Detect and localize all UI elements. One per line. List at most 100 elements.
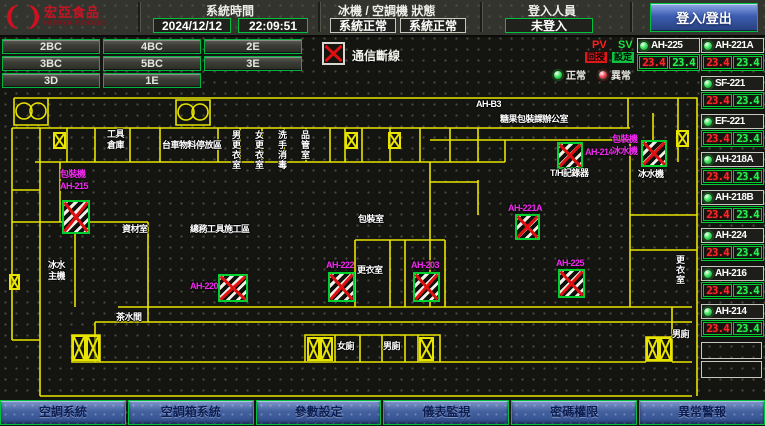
- nav-button[interactable]: 空調箱系統: [128, 400, 254, 425]
- unit-block: AH-224 23.4 23.4: [701, 228, 764, 261]
- plan-room-label: 資材室: [122, 224, 148, 234]
- nav-button[interactable]: 空調系統: [0, 400, 126, 425]
- unit-sv-value: 23.4: [733, 94, 762, 107]
- unit-name-box[interactable]: AH-224: [701, 228, 764, 243]
- ahu-comm-loss-box[interactable]: [557, 142, 583, 169]
- plan-unit-label: AH-222: [326, 260, 354, 270]
- plan-room-label: 男廁: [672, 329, 689, 339]
- plan-unit-label: AH-203: [411, 260, 439, 270]
- unit-status-led-icon: [703, 155, 713, 165]
- unit-sv-value: 23.4: [733, 246, 762, 259]
- stair-x-icon: [646, 337, 659, 361]
- stair-x-icon: [676, 130, 689, 147]
- unit-sv-value: 23.4: [733, 284, 762, 297]
- unit-pv-value: 23.4: [703, 284, 732, 297]
- red-x-icon: [415, 274, 438, 300]
- unit-name-box[interactable]: AH-218A: [701, 152, 764, 167]
- unit-sv-value: 23.4: [733, 132, 762, 145]
- unit-pv-value: 23.4: [703, 208, 732, 221]
- unit-sv-value: 23.4: [733, 322, 762, 335]
- unit-values: 23.4 23.4: [701, 54, 764, 71]
- bottom-nav: 空調系統 空調箱系統 參數設定 儀表監視 密碼權限 異常警報: [0, 400, 765, 425]
- nav-button[interactable]: 儀表監視: [383, 400, 509, 425]
- unit-values: 23.4 23.4: [701, 168, 764, 185]
- plan-unit-label: AH-220: [190, 281, 218, 291]
- unit-pv-value: 23.4: [703, 132, 732, 145]
- plan-room-label: 品管室: [300, 130, 310, 160]
- unit-name-label: AH-221A: [715, 40, 753, 51]
- nav-button[interactable]: 密碼權限: [511, 400, 637, 425]
- unit-name-label: SF-221: [715, 78, 745, 89]
- unit-status-led-icon: [639, 41, 649, 51]
- plan-room-label: 總務工具施工區: [190, 224, 250, 234]
- plan-room-label: 冰水: [48, 260, 65, 270]
- unit-name-label: AH-218A: [715, 154, 753, 165]
- plan-unit-label: AH-214: [585, 147, 613, 157]
- red-x-icon: [330, 274, 353, 300]
- empty-slot: [701, 361, 762, 378]
- unit-block: SF-221 23.4 23.4: [701, 76, 764, 109]
- ahu-comm-loss-box[interactable]: [413, 272, 440, 302]
- unit-block: AH-218A 23.4 23.4: [701, 152, 764, 185]
- unit-name-box[interactable]: AH-218B: [701, 190, 764, 205]
- plan-room-label: 糖果包裝課辦公室: [500, 114, 568, 124]
- unit-values: 23.4 23.4: [701, 206, 764, 223]
- red-x-icon: [517, 216, 538, 238]
- ahu-comm-loss-box[interactable]: [328, 272, 355, 302]
- plan-unit-label: 冰水機: [612, 146, 638, 156]
- hmi-screen: { "header": { "logo": { "title": "宏亞食品",…: [0, 0, 765, 426]
- unit-status-led-icon: [703, 269, 713, 279]
- plan-room-label: 倉庫: [107, 140, 124, 150]
- stair-x-icon: [659, 337, 672, 361]
- plan-room-label: 男廁: [383, 341, 400, 351]
- unit-name-box[interactable]: AH-214: [701, 304, 764, 319]
- plan-room-label: 冰水機: [638, 169, 664, 179]
- stair-x-icon: [320, 337, 333, 361]
- plan-room-label: 茶水間: [116, 312, 142, 322]
- ahu-comm-loss-box[interactable]: [218, 274, 248, 302]
- nav-button[interactable]: 參數設定: [256, 400, 382, 425]
- unit-pv-value: 23.4: [703, 246, 732, 259]
- ahu-comm-loss-box[interactable]: [62, 200, 90, 234]
- unit-name-box[interactable]: EF-221: [701, 114, 764, 129]
- unit-pv-value: 23.4: [639, 56, 668, 69]
- plan-unit-label: AH-215: [60, 181, 88, 191]
- unit-sv-value: 23.4: [669, 56, 698, 69]
- plan-unit-label: AH-225: [556, 258, 584, 268]
- plan-room-label: 女廁: [337, 341, 354, 351]
- plan-room-label: 洗手消毒: [277, 130, 287, 170]
- unit-pv-value: 23.4: [703, 56, 732, 69]
- plan-room-label: 主機: [48, 271, 65, 281]
- unit-name-label: AH-224: [715, 230, 746, 241]
- unit-block: AH-221A 23.4 23.4: [701, 38, 764, 71]
- unit-name-label: AH-218B: [715, 192, 753, 203]
- plan-room-label: 女更衣室: [254, 130, 264, 170]
- unit-values: 23.4 23.4: [701, 130, 764, 147]
- unit-sv-value: 23.4: [733, 56, 762, 69]
- nav-button[interactable]: 異常警報: [639, 400, 765, 425]
- plan-room-label: T/H記錄器: [550, 168, 589, 178]
- ahu-comm-loss-box[interactable]: [515, 214, 540, 240]
- unit-name-box[interactable]: AH-225: [637, 38, 700, 53]
- unit-name-box[interactable]: AH-221A: [701, 38, 764, 53]
- red-x-icon: [220, 276, 246, 300]
- unit-values: 23.4 23.4: [701, 244, 764, 261]
- unit-status-led-icon: [703, 117, 713, 127]
- unit-block: AH-216 23.4 23.4: [701, 266, 764, 299]
- plan-room-dividers: [67, 128, 478, 162]
- empty-slot: [701, 342, 762, 359]
- plan-unit-label: 包裝機: [60, 169, 86, 179]
- ahu-comm-loss-box[interactable]: [558, 269, 585, 298]
- unit-values: 23.4 23.4: [701, 282, 764, 299]
- ahu-comm-loss-box[interactable]: [641, 140, 667, 167]
- stair-x-icon: [307, 337, 320, 361]
- red-x-icon: [560, 271, 583, 296]
- plan-room-label: 更衣室: [357, 265, 383, 275]
- plan-unit-label: 包裝機: [612, 134, 638, 144]
- unit-sv-value: 23.4: [733, 170, 762, 183]
- unit-name-box[interactable]: SF-221: [701, 76, 764, 91]
- unit-status-led-icon: [703, 307, 713, 317]
- unit-values: 23.4 23.4: [701, 320, 764, 337]
- unit-name-box[interactable]: AH-216: [701, 266, 764, 281]
- stair-x-icon: [53, 132, 66, 149]
